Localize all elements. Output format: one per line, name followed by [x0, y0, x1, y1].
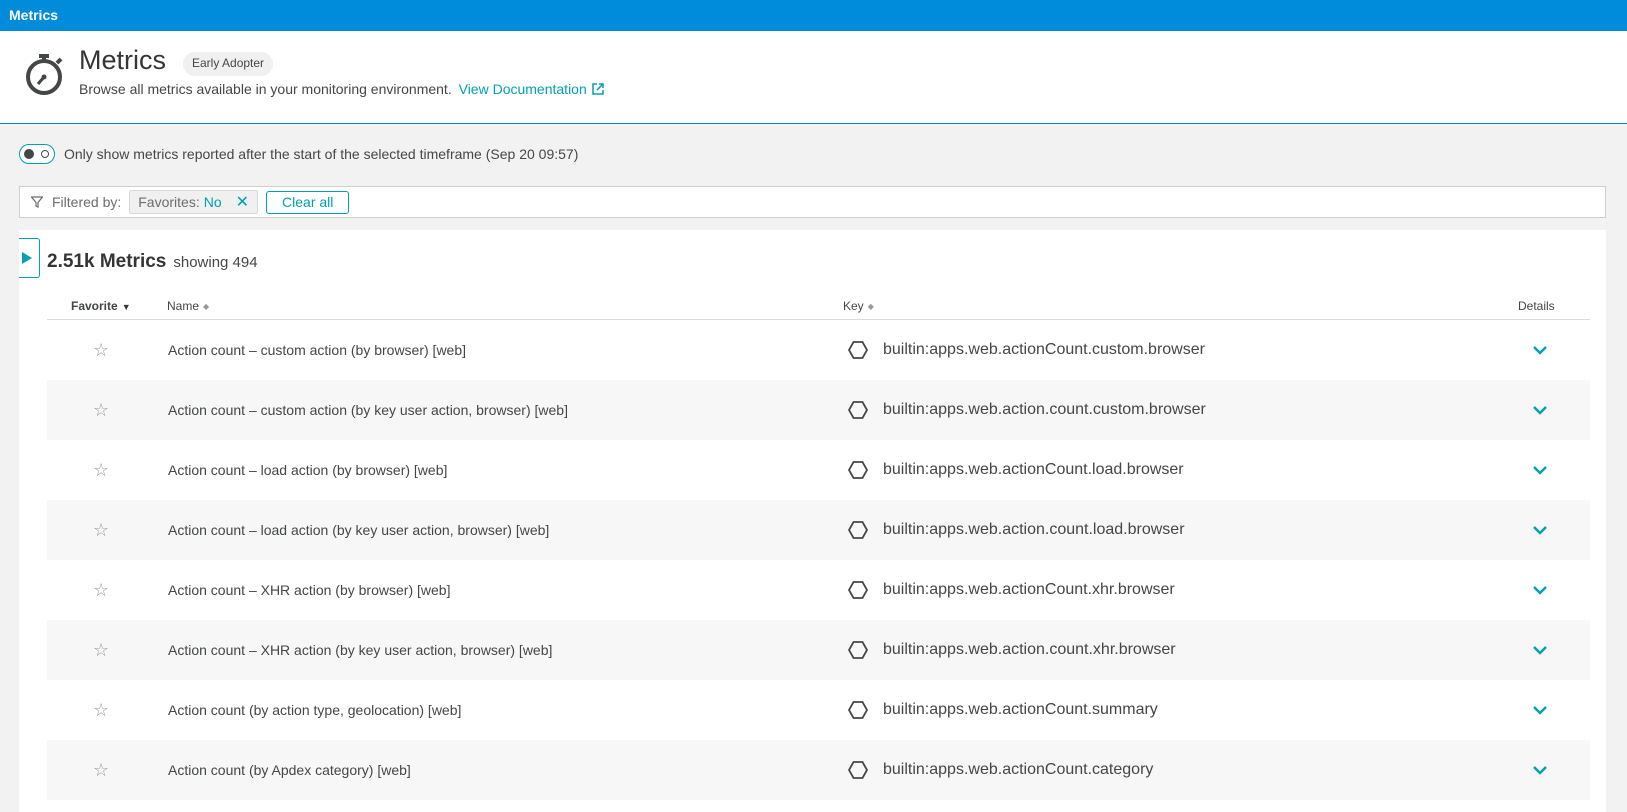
expand-details-chevron-icon[interactable] [1532, 740, 1548, 800]
remove-filter-icon[interactable]: ✕ [236, 192, 249, 212]
metric-name: Action count – load action (by key user … [168, 522, 550, 538]
metric-type-hexagon-icon [848, 380, 868, 440]
metric-key: builtin:apps.web.actionCount.category [883, 761, 1154, 778]
table-row: ☆ Action count – load action (by key use… [47, 500, 1590, 560]
details-header-label: Details [1518, 299, 1555, 313]
metric-name: Action count – load action (by browser) … [168, 462, 448, 478]
early-adopter-badge: Early Adopter [183, 52, 274, 76]
favorite-star-icon[interactable]: ☆ [93, 320, 109, 380]
chip-key: Favorites: [138, 194, 200, 210]
toggle-knob [24, 149, 34, 159]
metrics-showing: showing 494 [173, 254, 258, 271]
metric-name: Action count (by action type, geolocatio… [168, 702, 462, 718]
metric-type-hexagon-icon [848, 620, 868, 680]
filter-icon [31, 196, 43, 208]
metrics-count: 2.51k Metrics [47, 251, 167, 272]
sort-icon: ◆ [867, 302, 874, 311]
favorites-filter-chip: Favorites: No ✕ [129, 190, 259, 214]
app-title-bar: Metrics [0, 0, 1627, 31]
timeframe-toggle-label: Only show metrics reported after the sta… [64, 146, 579, 162]
favorite-star-icon[interactable]: ☆ [93, 380, 109, 440]
metrics-panel: 2.51k Metrics showing 494 Favorite ▼ Name ◆… [19, 230, 1606, 812]
metric-name: Action count – custom action (by browser… [168, 342, 467, 358]
table-row: ☆ Action count – custom action (by key u… [47, 380, 1590, 440]
favorite-star-icon[interactable]: ☆ [93, 440, 109, 500]
metric-key: builtin:apps.web.actionCount.xhr.browser [883, 581, 1175, 598]
favorite-star-icon[interactable]: ☆ [93, 500, 109, 560]
table-row: ☆ Action count – XHR action (by browser)… [47, 560, 1590, 620]
expand-triangle-icon [22, 252, 32, 264]
metric-key: builtin:apps.web.action.count.load.brows… [883, 521, 1185, 538]
metric-type-hexagon-icon [848, 740, 868, 800]
metric-key: builtin:apps.web.actionCount.custom.brow… [883, 341, 1205, 358]
filter-label: Filtered by: [52, 194, 122, 210]
toggle-off-indicator [41, 150, 49, 158]
expand-details-chevron-icon[interactable] [1532, 380, 1548, 440]
metric-type-hexagon-icon [848, 320, 868, 380]
column-header-favorite[interactable]: Favorite ▼ [71, 299, 131, 313]
metric-name: Action count – XHR action (by key user a… [168, 642, 553, 658]
table-row: ☆ Action count (by Apdex category) [web]… [47, 740, 1590, 800]
metric-name: Action count – XHR action (by browser) [… [168, 582, 451, 598]
expand-details-chevron-icon[interactable] [1532, 620, 1548, 680]
favorite-star-icon[interactable]: ☆ [93, 620, 109, 680]
chip-value: No [203, 194, 222, 210]
metric-key: builtin:apps.web.actionCount.load.browse… [883, 461, 1184, 478]
page-description: Browse all metrics available in your mon… [79, 81, 604, 97]
sort-descending-icon: ▼ [121, 302, 131, 312]
view-documentation-link[interactable]: View Documentation [459, 81, 604, 97]
metric-type-hexagon-icon [848, 560, 868, 620]
table-row: ☆ Action count (by action type, geolocat… [47, 680, 1590, 740]
table-header: Favorite ▼ Name ◆ Key ◆ Details [47, 290, 1590, 320]
metric-key: builtin:apps.web.actionCount.summary [883, 701, 1158, 718]
metric-type-hexagon-icon [848, 500, 868, 560]
favorite-star-icon[interactable]: ☆ [93, 560, 109, 620]
expand-details-chevron-icon[interactable] [1532, 680, 1548, 740]
expand-details-chevron-icon[interactable] [1532, 560, 1548, 620]
stopwatch-icon [26, 54, 63, 95]
doc-link-label: View Documentation [458, 81, 587, 97]
metric-name: Action count (by Apdex category) [web] [168, 762, 411, 778]
timeframe-filter-row: Only show metrics reported after the sta… [19, 144, 578, 164]
external-link-icon [592, 83, 604, 95]
description-text: Browse all metrics available in your mon… [79, 81, 452, 97]
column-header-key[interactable]: Key ◆ [843, 299, 874, 313]
clear-all-button[interactable]: Clear all [266, 190, 350, 214]
favorite-header-label: Favorite [71, 299, 118, 313]
table-row: ☆ Action count – custom action (by brows… [47, 320, 1590, 380]
metric-key: builtin:apps.web.action.count.xhr.browse… [883, 641, 1176, 658]
column-header-details: Details [1518, 299, 1555, 313]
metric-name: Action count – custom action (by key use… [168, 402, 568, 418]
page-title: Metrics [79, 45, 166, 75]
table-body: ☆ Action count – custom action (by brows… [47, 320, 1590, 800]
name-header-label: Name [167, 299, 200, 313]
expand-details-chevron-icon[interactable] [1532, 320, 1548, 380]
favorite-star-icon[interactable]: ☆ [93, 740, 109, 800]
favorite-star-icon[interactable]: ☆ [93, 680, 109, 740]
page-header: Metrics Early Adopter Browse all metrics… [0, 31, 1627, 124]
timeframe-toggle[interactable] [19, 144, 55, 164]
filter-bar[interactable]: Filtered by: Favorites: No ✕ Clear all [19, 186, 1606, 218]
expand-details-chevron-icon[interactable] [1532, 440, 1548, 500]
sidebar-expand-button[interactable] [19, 238, 40, 278]
metrics-count-heading: 2.51k Metrics showing 494 [47, 251, 258, 273]
app-title: Metrics [9, 7, 59, 23]
table-row: ☆ Action count – XHR action (by key user… [47, 620, 1590, 680]
metrics-table: Favorite ▼ Name ◆ Key ◆ Details ☆ Action co… [47, 290, 1590, 800]
table-row: ☆ Action count – load action (by browser… [47, 440, 1590, 500]
expand-details-chevron-icon[interactable] [1532, 500, 1548, 560]
sort-icon: ◆ [203, 302, 210, 311]
column-header-name[interactable]: Name ◆ [167, 299, 209, 313]
key-header-label: Key [843, 299, 864, 313]
metric-type-hexagon-icon [848, 680, 868, 740]
metric-key: builtin:apps.web.action.count.custom.bro… [883, 401, 1206, 418]
metric-type-hexagon-icon [848, 440, 868, 500]
